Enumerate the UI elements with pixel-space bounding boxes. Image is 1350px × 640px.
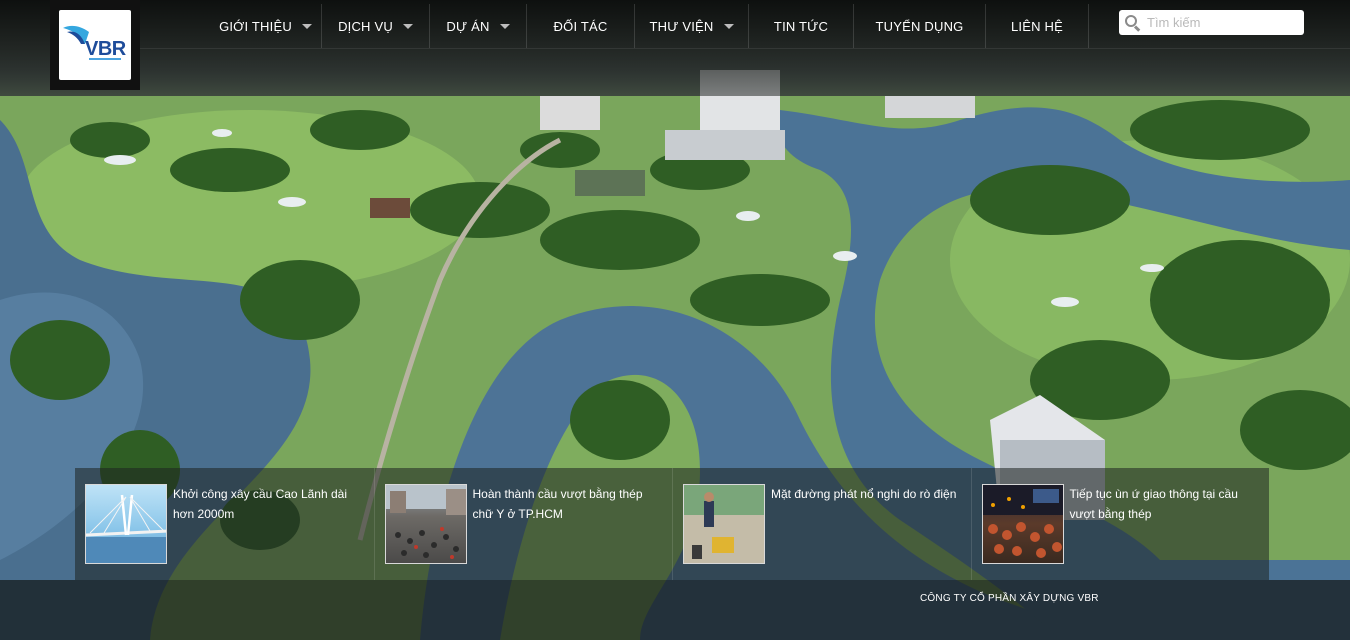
search-icon[interactable] <box>1125 14 1141 32</box>
chevron-down-icon <box>723 23 734 29</box>
news-thumbnail[interactable] <box>683 484 765 564</box>
nav-item-lien-he[interactable]: LIÊN HỆ <box>986 0 1088 52</box>
logo-underline <box>89 58 121 60</box>
nav-label: DỰ ÁN <box>446 18 490 34</box>
crowd-image-icon <box>982 485 1063 558</box>
news-thumbnail[interactable] <box>85 484 167 564</box>
footer-company-name: CÔNG TY CỔ PHẦN XÂY DỰNG VBR <box>920 593 1099 604</box>
news-strip: Khởi công xây cầu Cao Lãnh dài hơn 2000m… <box>75 468 1269 580</box>
nav-label: GIỚI THIỆU <box>219 18 292 34</box>
nav-item-tin-tuc[interactable]: TIN TỨC <box>749 0 853 52</box>
news-item[interactable]: Hoàn thành cầu vượt bằng thép chữ Y ở TP… <box>373 468 673 580</box>
street-image-icon <box>684 485 764 563</box>
nav-separator <box>1088 4 1089 48</box>
chevron-down-icon <box>301 23 312 29</box>
nav-label: DỊCH VỤ <box>338 18 393 34</box>
site-logo[interactable]: VBR <box>50 0 140 90</box>
nav-item-dich-vu[interactable]: DỊCH VỤ <box>322 0 429 52</box>
nav-item-thu-vien[interactable]: THƯ VIỆN <box>635 0 748 52</box>
news-thumbnail[interactable] <box>981 484 1064 564</box>
news-title[interactable]: Mặt đường phát nổ nghi do rò điện <box>771 484 961 580</box>
nav-label: ĐỐI TÁC <box>553 18 608 34</box>
news-item[interactable]: Tiếp tục ùn ứ giao thông tại cầu vượt bằ… <box>970 468 1270 580</box>
news-thumbnail[interactable] <box>384 484 467 564</box>
nav-label: TUYỂN DỤNG <box>875 18 964 34</box>
footer: CÔNG TY CỔ PHẦN XÂY DỰNG VBR <box>0 580 1350 640</box>
nav-label: THƯ VIỆN <box>649 18 714 34</box>
nav-item-gioi-thieu[interactable]: GIỚI THIỆU <box>210 0 321 52</box>
nav-item-tuyen-dung[interactable]: TUYỂN DỤNG <box>854 0 985 52</box>
news-item[interactable]: Khởi công xây cầu Cao Lãnh dài hơn 2000m <box>75 468 374 580</box>
nav-label: TIN TỨC <box>773 18 829 34</box>
main-nav: GIỚI THIỆU DỊCH VỤ DỰ ÁN ĐỐI TÁC THƯ VIỆ… <box>210 0 1089 52</box>
traffic-image-icon <box>385 485 466 559</box>
bridge-image-icon <box>86 494 166 563</box>
logo-panel: VBR <box>59 10 131 80</box>
chevron-down-icon <box>499 23 510 29</box>
nav-label: LIÊN HỆ <box>1011 18 1063 34</box>
news-title[interactable]: Khởi công xây cầu Cao Lãnh dài hơn 2000m <box>173 484 363 580</box>
nav-item-doi-tac[interactable]: ĐỐI TÁC <box>527 0 634 52</box>
news-title[interactable]: Tiếp tục ùn ứ giao thông tại cầu vượt bằ… <box>1070 484 1260 580</box>
news-title[interactable]: Hoàn thành cầu vượt bằng thép chữ Y ở TP… <box>473 484 663 580</box>
news-item[interactable]: Mặt đường phát nổ nghi do rò điện <box>672 468 971 580</box>
chevron-down-icon <box>402 23 413 29</box>
search-input[interactable] <box>1147 15 1297 30</box>
nav-item-du-an[interactable]: DỰ ÁN <box>430 0 526 52</box>
search-box[interactable] <box>1119 10 1304 35</box>
